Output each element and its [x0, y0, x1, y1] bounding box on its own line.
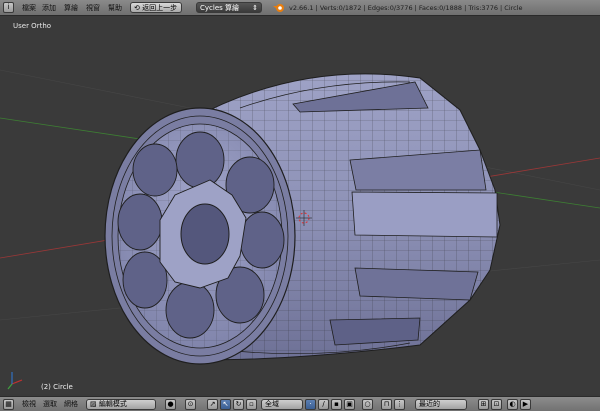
proportional-edit-icon[interactable]: ○: [362, 399, 373, 410]
face-select-icon[interactable]: ▪: [331, 399, 342, 410]
scale-manipulator-icon[interactable]: ▫: [246, 399, 257, 410]
3d-viewport[interactable]: User Ortho (2) Circle: [0, 16, 600, 394]
vertex-select-icon[interactable]: ·: [305, 399, 316, 410]
render-preview-icon[interactable]: ◐: [507, 399, 518, 410]
edge-select-icon[interactable]: /: [318, 399, 329, 410]
undo-label: 返回上一步: [142, 4, 178, 12]
menu-file[interactable]: 檔案: [22, 3, 36, 13]
3d-view-header: ▦ 檢視 選取 網格 ▨ 編輯模式 ● ⊙ ↗ ↖ ↻ ▫ 全域 · / ▪ ▣…: [0, 396, 600, 411]
pivot-point-icon[interactable]: ⊙: [185, 399, 196, 410]
opengl-render-icon[interactable]: ▶: [520, 399, 531, 410]
translate-manipulator-icon[interactable]: ↖: [220, 399, 231, 410]
menu-window[interactable]: 視窗: [86, 3, 100, 13]
scene-stats: v2.66.1 | Verts:0/1872 | Edges:0/3776 | …: [289, 4, 523, 12]
rotate-manipulator-icon[interactable]: ↻: [233, 399, 244, 410]
manipulator-toggle-icon[interactable]: ↗: [207, 399, 218, 410]
undo-icon: ⟲: [134, 4, 143, 12]
mesh-canvas: [0, 69, 600, 390]
menu-select[interactable]: 選取: [43, 399, 57, 410]
editor-type-icon[interactable]: i: [3, 2, 14, 13]
edit-mode-icon: ▨: [90, 400, 99, 408]
axis-gizmo-icon: [7, 372, 23, 390]
occlude-geometry-icon[interactable]: ▣: [344, 399, 355, 410]
menu-view[interactable]: 檢視: [22, 399, 36, 410]
snap-align-icon[interactable]: ⊞: [478, 399, 489, 410]
menu-render[interactable]: 算繪: [64, 3, 78, 13]
orientation-select[interactable]: 全域: [261, 399, 303, 410]
render-engine-select[interactable]: Cycles 算繪 ⇕: [196, 2, 262, 13]
orientation-label: 全域: [265, 400, 279, 408]
mode-label: 編輯模式: [98, 400, 127, 408]
mode-select[interactable]: ▨ 編輯模式: [86, 399, 156, 410]
render-engine-label: Cycles 算繪: [200, 4, 240, 12]
view-name-label: User Ortho: [13, 22, 52, 30]
snap-target-select[interactable]: 最近的: [415, 399, 467, 410]
snap-project-icon[interactable]: ⊡: [491, 399, 502, 410]
editor-type-icon-3d[interactable]: ▦: [3, 399, 14, 410]
cylinder-front-face: [104, 107, 296, 365]
snap-toggle-icon[interactable]: ⊓: [381, 399, 392, 410]
snap-target-label: 最近的: [419, 400, 440, 408]
shading-solid-icon[interactable]: ●: [165, 399, 176, 410]
chevron-updown-icon: ⇕: [252, 4, 258, 12]
menu-help[interactable]: 幫助: [108, 3, 122, 13]
info-header: i 檔案 添加 算繪 視窗 幫助 ⟲ 返回上一步 Cycles 算繪 ⇕ v2.…: [0, 0, 600, 16]
menu-mesh[interactable]: 網格: [64, 399, 78, 410]
undo-history-button[interactable]: ⟲ 返回上一步: [130, 2, 182, 13]
active-object-label: (2) Circle: [41, 383, 73, 391]
blender-logo-icon: [273, 4, 284, 12]
snap-element-icon[interactable]: ⋮: [394, 399, 405, 410]
menu-add[interactable]: 添加: [42, 3, 56, 13]
